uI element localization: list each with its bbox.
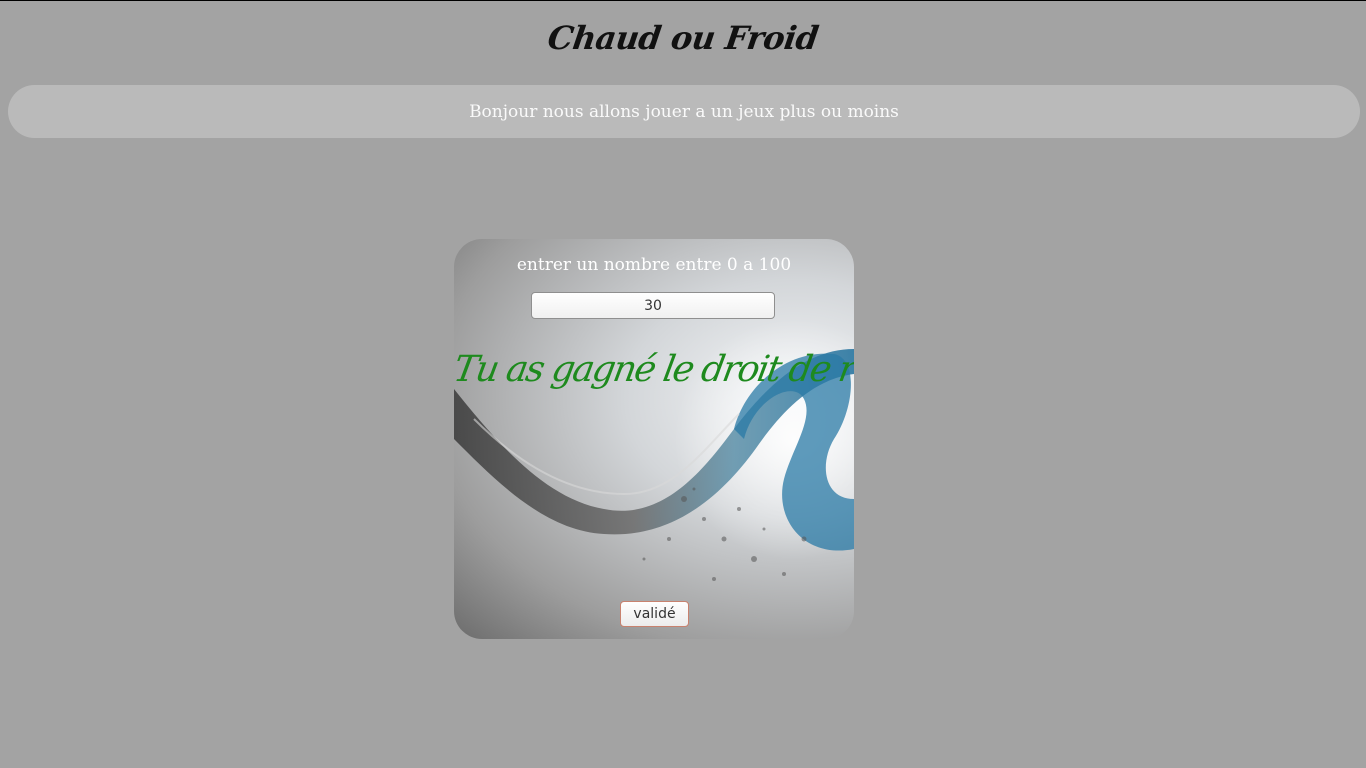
result-message: Tu as gagné le droit de rejouer ! [454, 349, 854, 390]
welcome-banner-text: Bonjour nous allons jouer a un jeux plus… [469, 101, 899, 122]
submit-button[interactable]: validé [620, 601, 689, 627]
page-title: Chaud ou Froid [545, 19, 821, 57]
number-prompt: entrer un nombre entre 0 a 100 [516, 255, 792, 275]
welcome-banner: Bonjour nous allons jouer a un jeux plus… [8, 85, 1360, 138]
game-card: entrer un nombre entre 0 a 100 Tu as gag… [454, 239, 854, 639]
number-input[interactable] [531, 292, 775, 319]
